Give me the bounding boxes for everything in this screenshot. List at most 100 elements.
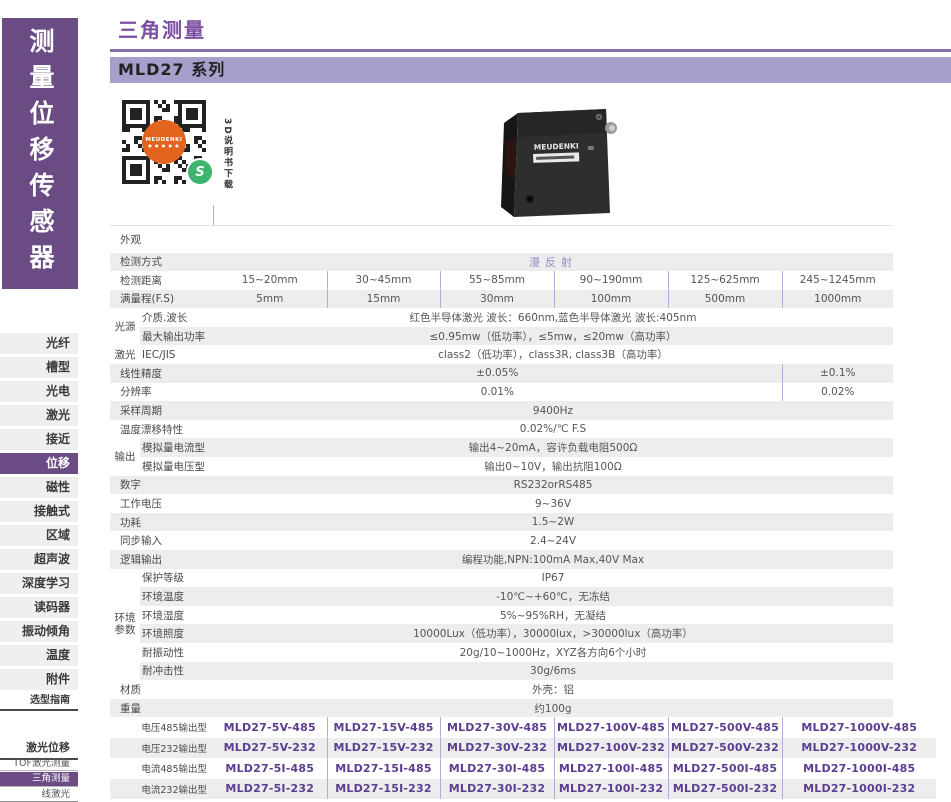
model-number: MLD27-15I-485 — [327, 758, 440, 779]
spec-group-label: 输出 — [110, 438, 140, 475]
spec-row-weight: 重量 约100g — [110, 699, 893, 718]
model-number: MLD27-500I-232 — [668, 779, 782, 800]
page-title: 三角测量 — [118, 14, 206, 43]
model-number: MLD27-30I-232 — [440, 779, 554, 800]
spec-value: 10000Lux（低功率），30000lux，>30000lux（高功率） — [213, 624, 893, 643]
sidebar-item-temperature[interactable]: 温度 — [0, 645, 78, 666]
sidebar-item-laser[interactable]: 激光 — [0, 405, 78, 426]
spec-row-detect-method: 检测方式 漫反射 — [110, 253, 893, 272]
model-number: MLD27-5I-232 — [213, 779, 327, 800]
sidebar-item-accessories[interactable]: 附件 — [0, 669, 78, 690]
spec-value: 漫反射 — [213, 253, 893, 272]
sidebar-item-proximity[interactable]: 接近 — [0, 429, 78, 450]
spec-row-ambient-light: 环境照度 10000Lux（低功率），30000lux，>30000lux（高功… — [110, 624, 893, 643]
spec-value: 30g/6ms — [213, 662, 893, 681]
spec-sub-label: 最大输出功率 — [140, 327, 213, 346]
spec-row-label: 重量 — [110, 699, 213, 718]
spec-row-digital: 数字 RS232orRS485 — [110, 476, 893, 495]
spec-sub-label: 保护等级 — [140, 569, 213, 588]
sidebar-item-magnetic[interactable]: 磁性 — [0, 477, 78, 498]
sidebar-item-deep-learning[interactable]: 深度学习 — [0, 573, 78, 594]
spec-row-temp-drift: 温度漂移特性 0.02%/℃ F.S — [110, 420, 893, 439]
spec-row-analog-voltage: 模拟量电压型 输出0~10V，输出抗阻100Ω — [110, 457, 893, 476]
spec-group-label: 环境 参数 — [110, 569, 140, 681]
spec-row-working-voltage: 工作电压 9~36V — [110, 494, 893, 513]
spec-value: 输出4~20mA，容许负载电阻500Ω — [213, 438, 893, 457]
spec-row-shock: 耐冲击性 30g/6ms — [110, 662, 893, 681]
sidebar-item-displacement[interactable]: 位移 — [0, 453, 78, 474]
spec-row-ambient-temp: 环境温度 -10℃~+60℃，无冻结 — [110, 587, 893, 606]
qr-code-image: MEUDENKI ● ● ● ● ● S — [120, 98, 208, 186]
model-row-voltage-485: 电压485输出型 MLD27-5V-485 MLD27-15V-485 MLD2… — [110, 717, 936, 738]
spec-row-analog-current: 输出 模拟量电流型 输出4~20mA，容许负载电阻500Ω — [110, 438, 893, 457]
sidebar-item-photoelectric[interactable]: 光电 — [0, 381, 78, 402]
product-photo: MEUDENKI — [500, 103, 620, 223]
spec-value: 9400Hz — [213, 401, 893, 420]
series-banner: MLD27 系列 — [110, 57, 951, 83]
model-number: MLD27-30V-485 — [440, 717, 554, 738]
sidebar-item-area[interactable]: 区域 — [0, 525, 78, 546]
model-table: 电压485输出型 MLD27-5V-485 MLD27-15V-485 MLD2… — [110, 717, 936, 799]
spec-row-protection: 环境 参数 保护等级 IP67 — [110, 569, 893, 588]
model-number: MLD27-100V-232 — [554, 738, 668, 759]
spec-value: 1000mm — [782, 290, 893, 309]
product-brand-text: MEUDENKI — [534, 141, 579, 152]
sidebar-item-slot[interactable]: 槽型 — [0, 357, 78, 378]
sidebar-item-ultrasonic[interactable]: 超声波 — [0, 549, 78, 570]
spec-value: -10℃~+60℃，无冻结 — [213, 587, 893, 606]
model-number: MLD27-5V-232 — [213, 738, 327, 759]
model-number: MLD27-30I-485 — [440, 758, 554, 779]
spec-value: 1.5~2W — [213, 513, 893, 532]
spec-value: RS232orRS485 — [213, 476, 893, 495]
spec-value: 15~20mm — [213, 271, 327, 290]
subnav-item-line-laser[interactable]: 线激光 — [0, 788, 78, 802]
spec-sub-label: IEC/JIS — [140, 345, 213, 364]
subnav-item-tof-laser[interactable]: TOF激光测量 — [0, 757, 78, 771]
sidebar-item-contact[interactable]: 接触式 — [0, 501, 78, 522]
spec-sub-label: 模拟量电压型 — [140, 457, 213, 476]
model-number: MLD27-100I-232 — [554, 779, 668, 800]
spec-row-ambient-humidity: 环境湿度 5%~95%RH，无凝结 — [110, 606, 893, 625]
spec-sub-label: 环境温度 — [140, 587, 213, 606]
sidebar-item-code-reader[interactable]: 读码器 — [0, 597, 78, 618]
qr-caption: 3D说明书下载 — [221, 118, 234, 191]
spec-group-label-line: 参数 — [110, 624, 140, 636]
spec-value: 5mm — [213, 290, 327, 309]
spec-row-power-consumption: 功耗 1.5~2W — [110, 513, 893, 532]
sidebar-item-vibration-tilt[interactable]: 振动倾角 — [0, 621, 78, 642]
model-number: MLD27-30V-232 — [440, 738, 554, 759]
spec-value: 编程功能,NPN:100mA Max,40V Max — [213, 550, 893, 569]
spec-row-sampling-period: 采样周期 9400Hz — [110, 401, 893, 420]
model-row-current-232: 电流232输出型 MLD27-5I-232 MLD27-15I-232 MLD2… — [110, 779, 936, 800]
spec-row-appearance: 外观 — [110, 226, 893, 253]
mini-program-icon: S — [186, 158, 214, 186]
spec-row-label: 数字 — [110, 476, 213, 495]
spec-value: 30mm — [440, 290, 554, 309]
spec-value: 5%~95%RH，无凝结 — [213, 606, 893, 625]
spec-value: 15mm — [327, 290, 440, 309]
spec-sub-label: 环境照度 — [140, 624, 213, 643]
spec-value: 输出0~10V，输出抗阻100Ω — [213, 457, 893, 476]
sidebar-nav: 光纤 槽型 光电 激光 接近 位移 磁性 接触式 区域 超声波 深度学习 读码器… — [0, 333, 78, 693]
sidebar-selection-guide-link[interactable]: 选型指南 — [0, 691, 78, 711]
sidebar-item-fiber[interactable]: 光纤 — [0, 333, 78, 354]
subnav-item-triangulation[interactable]: 三角测量 — [0, 772, 78, 787]
spec-row-label: 温度漂移特性 — [110, 420, 213, 439]
spec-row-label: 检测方式 — [110, 253, 213, 272]
model-number: MLD27-500V-232 — [668, 738, 782, 759]
spec-row-label: 功耗 — [110, 513, 213, 532]
spec-row-label: 满量程(F.S) — [110, 290, 213, 309]
title-rule — [110, 49, 951, 52]
spec-row-vibration: 耐振动性 20g/10~1000Hz，XYZ各方向6个小时 — [110, 643, 893, 662]
spec-row-label: 分辨率 — [110, 383, 213, 402]
spec-row-label: 工作电压 — [110, 494, 213, 513]
spec-value: 100mm — [554, 290, 668, 309]
model-number: MLD27-100V-485 — [554, 717, 668, 738]
spec-sub-label: 耐振动性 — [140, 643, 213, 662]
spec-row-detect-distance: 检测距离 15~20mm 30~45mm 55~85mm 90~190mm 12… — [110, 271, 893, 290]
spec-row-label: 同步输入 — [110, 531, 213, 550]
spec-value: 2.4~24V — [213, 531, 893, 550]
spec-value: ±0.1% — [782, 364, 893, 383]
model-number: MLD27-100I-485 — [554, 758, 668, 779]
model-row-voltage-232: 电压232输出型 MLD27-5V-232 MLD27-15V-232 MLD2… — [110, 738, 936, 759]
